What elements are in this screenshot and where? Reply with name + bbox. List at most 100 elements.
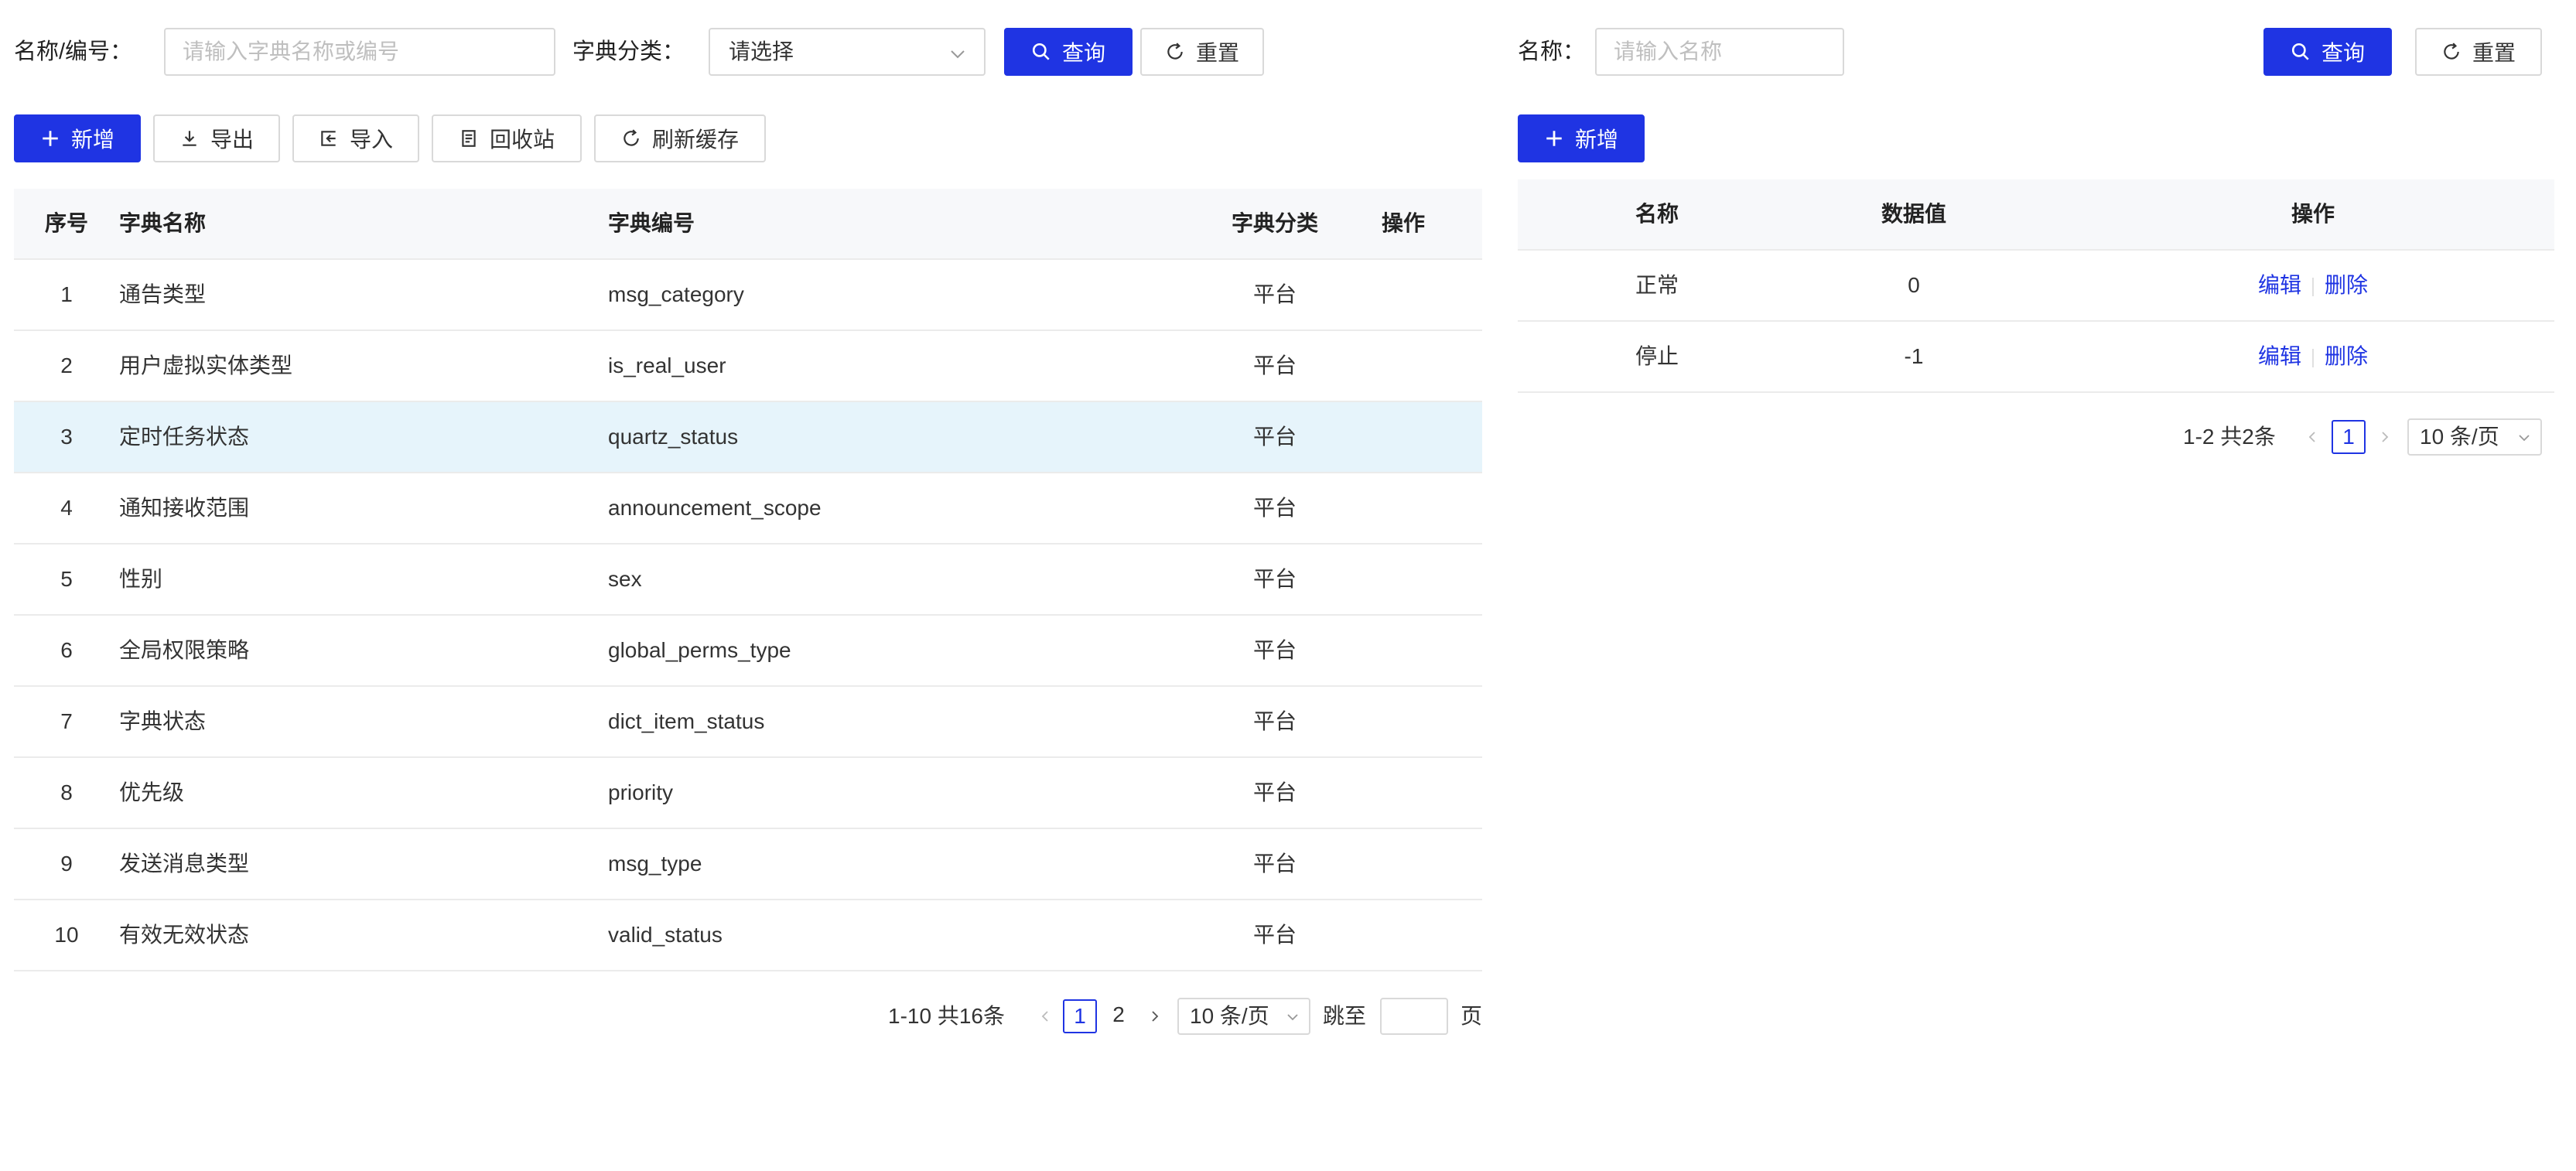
column-header-item-name: 名称 — [1635, 202, 1679, 226]
table-row[interactable]: 2 用户虚拟实体类型 is_real_user 平台 — [14, 331, 1482, 402]
recycle-bin-label: 回收站 — [489, 128, 555, 152]
right-page-size-value: 10 条/页 — [2420, 425, 2499, 449]
dictionary-category: 平台 — [1252, 709, 1297, 733]
refresh-cache-label: 刷新缓存 — [651, 128, 739, 152]
table-row[interactable]: 10 有效无效状态 valid_status 平台 — [14, 900, 1482, 971]
column-header-no: 序号 — [44, 211, 88, 235]
jump-to-page-input[interactable] — [1380, 998, 1448, 1035]
edit-link[interactable]: 编辑 — [2258, 273, 2301, 297]
table-row[interactable]: 8 优先级 priority 平台 — [14, 758, 1482, 829]
left-search-button[interactable]: 查询 — [1004, 28, 1133, 76]
search-icon — [1032, 43, 1050, 60]
category-select[interactable]: 请选择 — [709, 28, 986, 76]
left-add-button[interactable]: 新增 — [14, 114, 141, 162]
plus-icon — [43, 131, 58, 146]
table-row[interactable]: 6 全局权限策略 global_perms_type 平台 — [14, 616, 1482, 687]
left-prev-page-button[interactable] — [1033, 999, 1057, 1033]
dictionary-code: global_perms_type — [608, 638, 791, 662]
import-label: 导入 — [349, 128, 393, 152]
dictionary-category: 平台 — [1252, 638, 1297, 662]
table-row[interactable]: 7 字典状态 dict_item_status 平台 — [14, 687, 1482, 758]
page-suffix-label: 页 — [1461, 1004, 1483, 1028]
right-reset-button[interactable]: 重置 — [2415, 28, 2542, 76]
dictionary-code: announcement_scope — [608, 496, 822, 520]
left-page-size-select[interactable]: 10 条/页 — [1177, 998, 1310, 1035]
dictionary-name: 发送消息类型 — [119, 852, 250, 876]
item-value: 0 — [1908, 273, 1920, 297]
table-row[interactable]: 9 发送消息类型 msg_type 平台 — [14, 829, 1482, 900]
row-number: 7 — [60, 709, 73, 733]
recycle-bin-button[interactable]: 回收站 — [432, 114, 582, 162]
left-search-label: 查询 — [1061, 41, 1105, 65]
dictionary-code: valid_status — [608, 923, 723, 947]
right-page-1[interactable]: 1 — [2332, 420, 2366, 454]
dictionary-name: 通告类型 — [119, 282, 207, 306]
right-next-page-button[interactable] — [2373, 420, 2397, 454]
right-prev-page-button[interactable] — [2301, 420, 2324, 454]
column-header-item-actions: 操作 — [2291, 202, 2335, 226]
row-number: 4 — [60, 496, 73, 520]
dictionary-code: msg_category — [608, 282, 744, 306]
column-header-actions: 操作 — [1382, 211, 1426, 235]
dictionary-code: quartz_status — [608, 425, 739, 449]
name-code-input[interactable]: 请输入字典名称或编号 — [164, 28, 555, 76]
table-row[interactable]: 1 通告类型 msg_category 平台 — [14, 260, 1482, 331]
chevron-down-icon — [1287, 1014, 1298, 1021]
item-name-input[interactable]: 请输入名称 — [1595, 28, 1844, 76]
table-row[interactable]: 3 定时任务状态 quartz_status 平台 — [14, 402, 1482, 473]
dictionary-category: 平台 — [1252, 567, 1297, 591]
left-add-label: 新增 — [70, 128, 114, 152]
right-reset-label: 重置 — [2472, 41, 2516, 65]
left-pagination-total: 1-10 共16条 — [888, 1004, 1005, 1028]
plus-icon — [1546, 131, 1562, 146]
export-button[interactable]: 导出 — [153, 114, 280, 162]
row-number: 3 — [60, 425, 73, 449]
chevron-right-icon — [2382, 432, 2389, 442]
left-page-1[interactable]: 1 — [1063, 999, 1097, 1033]
dictionary-code: priority — [608, 780, 674, 804]
right-search-button[interactable]: 查询 — [2263, 28, 2392, 76]
delete-link[interactable]: 删除 — [2325, 344, 2368, 368]
dictionary-code: msg_type — [608, 852, 702, 876]
edit-link[interactable]: 编辑 — [2258, 344, 2301, 368]
dictionary-name: 性别 — [119, 567, 163, 591]
delete-link[interactable]: 删除 — [2325, 273, 2368, 297]
left-reset-button[interactable]: 重置 — [1140, 28, 1264, 76]
row-number: 1 — [60, 282, 73, 306]
row-number: 2 — [60, 353, 73, 377]
left-page-2[interactable]: 2 — [1102, 999, 1136, 1033]
table-row[interactable]: 5 性别 sex 平台 — [14, 545, 1482, 616]
jump-to-label: 跳至 — [1323, 1004, 1367, 1028]
right-add-button[interactable]: 新增 — [1518, 114, 1645, 162]
refresh-cache-button[interactable]: 刷新缓存 — [594, 114, 766, 162]
reload-icon — [2444, 43, 2459, 60]
dictionary-category: 平台 — [1252, 496, 1297, 520]
table-row[interactable]: 停止 -1 编辑 删除 — [1518, 322, 2554, 393]
dictionary-item-table: 名称 数据值 操作 正常 0 编辑 删除 停止 -1 编辑 删除 — [1518, 179, 2554, 393]
action-divider — [2312, 348, 2314, 367]
dictionary-name: 有效无效状态 — [119, 923, 250, 947]
dictionary-name: 优先级 — [119, 780, 185, 804]
column-header-category: 字典分类 — [1231, 211, 1318, 235]
dictionary-name: 通知接收范围 — [119, 496, 250, 520]
dictionary-code: dict_item_status — [608, 709, 765, 733]
right-search-label: 查询 — [2321, 41, 2365, 65]
row-actions: 编辑 删除 — [2197, 322, 2429, 391]
item-name: 停止 — [1635, 344, 1679, 368]
reload-icon — [1167, 43, 1183, 60]
chevron-left-icon — [1041, 1011, 1048, 1022]
left-next-page-button[interactable] — [1143, 999, 1167, 1033]
dictionary-table: 序号 字典名称 字典编号 字典分类 操作 1 通告类型 msg_category 平台… — [14, 189, 1482, 978]
recycle-bin-icon — [462, 130, 476, 147]
action-divider — [2312, 277, 2314, 296]
right-page-size-select[interactable]: 10 条/页 — [2407, 418, 2542, 456]
dictionary-name: 全局权限策略 — [119, 638, 250, 662]
item-table-header: 名称 数据值 操作 — [1518, 179, 2554, 251]
table-row[interactable]: 正常 0 编辑 删除 — [1518, 251, 2554, 322]
chevron-down-icon — [951, 50, 965, 59]
table-row[interactable]: 4 通知接收范围 announcement_scope 平台 — [14, 473, 1482, 545]
dictionary-name: 字典状态 — [119, 709, 207, 733]
row-actions: 编辑 删除 — [2197, 251, 2429, 320]
import-button[interactable]: 导入 — [292, 114, 419, 162]
download-icon — [183, 131, 196, 146]
